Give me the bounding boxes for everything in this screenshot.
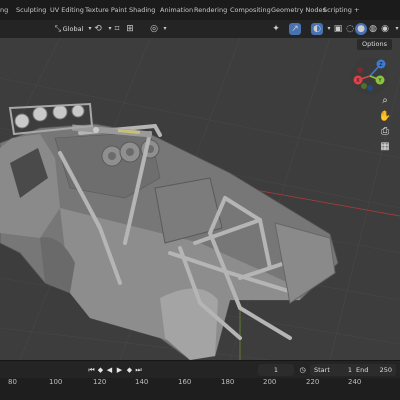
shading-material-icon[interactable]: ◍ [367, 23, 379, 35]
camera-icon[interactable]: ⎙ [378, 125, 392, 139]
stopwatch-icon[interactable]: ◷ [298, 364, 307, 376]
timeline-ruler[interactable]: 80 100 120 140 160 180 200 220 240 [0, 378, 400, 400]
visibility-icon[interactable]: ✦ [270, 23, 282, 35]
jump-to-end-icon[interactable]: ⏭ [135, 364, 142, 376]
pivot-point-icon[interactable]: ⟲ [92, 23, 104, 35]
ruler-tick: 200 [263, 378, 277, 386]
show-overlays-icon[interactable]: ◐ [311, 23, 323, 35]
3d-viewport[interactable]: Z X Y [0, 38, 400, 360]
transform-orientation-dropdown[interactable]: Global [62, 23, 84, 35]
add-workspace-button[interactable]: + [354, 4, 359, 17]
jump-to-keyframe-next-icon[interactable]: ◆ [126, 364, 133, 376]
truck-model [0, 102, 339, 360]
tab-uv-editing[interactable]: UV Editing [50, 4, 84, 17]
jump-to-keyframe-prev-icon[interactable]: ◆ [97, 364, 104, 376]
tab-compositing[interactable]: Compositing [230, 4, 271, 17]
pan-hand-icon[interactable]: ✋ [378, 110, 392, 124]
viewport-header: ⤡ Global ▾ ⟲ ▾ ⌗ ⊞ ◎ ▾ ✦ ↗ ◐ ▾ ▣ ◌ ● ◍ ◉… [0, 20, 400, 39]
ruler-tick: 80 [8, 378, 17, 386]
gizmo-z-label: Z [379, 62, 383, 68]
grid-view-icon[interactable]: ▦ [378, 140, 392, 154]
ruler-tick: 140 [135, 378, 149, 386]
zoom-icon[interactable]: ⌕ [378, 94, 392, 108]
ruler-tick: 240 [348, 378, 362, 386]
shading-rendered-icon[interactable]: ◉ [379, 23, 391, 35]
gizmo-x-label: X [356, 78, 360, 84]
options-dropdown[interactable]: Options [357, 39, 392, 50]
end-frame-field[interactable]: End 250 [352, 364, 396, 376]
shading-solid-icon[interactable]: ● [355, 23, 367, 35]
show-gizmo-icon[interactable]: ↗ [289, 23, 301, 35]
start-label: Start [314, 366, 330, 374]
chevron-down-icon: ▾ [163, 25, 167, 32]
tab-sculpting[interactable]: Sculpting [16, 4, 46, 17]
chevron-down-icon: ▾ [395, 25, 399, 32]
ruler-tick: 220 [306, 378, 320, 386]
tab-texture-paint[interactable]: Texture Paint [85, 4, 127, 17]
tab-shading[interactable]: Shading [129, 4, 155, 17]
ruler-tick: 100 [49, 378, 63, 386]
end-label: End [356, 366, 369, 374]
navigation-gizmo[interactable]: Z X Y [350, 56, 390, 96]
current-frame-field[interactable]: 1 [258, 364, 294, 376]
snap-target-icon[interactable]: ⊞ [124, 23, 136, 35]
end-value: 250 [379, 366, 392, 374]
snap-icon[interactable]: ⌗ [111, 23, 123, 35]
tab-rendering[interactable]: Rendering [194, 4, 227, 17]
ruler-tick: 160 [178, 378, 192, 386]
xray-icon[interactable]: ▣ [332, 23, 344, 35]
jump-to-start-icon[interactable]: ⏮ [88, 364, 95, 376]
play-icon[interactable]: ▶ [116, 364, 123, 376]
ruler-tick: 120 [93, 378, 107, 386]
workspace-tab-bar: ng Sculpting UV Editing Texture Paint Sh… [0, 0, 400, 20]
play-reverse-icon[interactable]: ◀ [106, 364, 113, 376]
timeline-header: ⏮ ◆ ◀ ▶ ◆ ⏭ 1 ◷ Start 1 End 250 [0, 360, 400, 379]
tab-scripting[interactable]: Scripting [323, 4, 352, 17]
tab-geometry-nodes[interactable]: Geometry Nodes [271, 4, 326, 17]
tab-layout[interactable]: ng [0, 4, 8, 17]
ruler-tick: 180 [221, 378, 235, 386]
tab-animation[interactable]: Animation [160, 4, 193, 17]
viewport-scene [0, 38, 400, 360]
start-frame-field[interactable]: Start 1 [310, 364, 356, 376]
